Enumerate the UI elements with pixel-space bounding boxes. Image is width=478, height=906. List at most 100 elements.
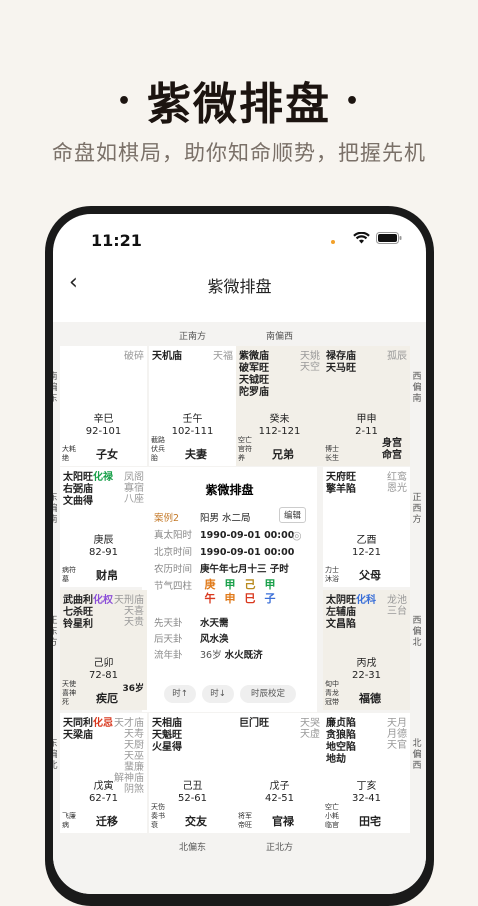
gua-row: 流年卦 36岁 水火既济 [154, 647, 263, 661]
palace-cell-wei[interactable]: 紫微庙 破军旺 天钺旺 陀罗庙 天姚 天空 癸未 112-121 空亡 官符养 兄弟 [236, 346, 323, 466]
star-line: 天钺旺 [239, 375, 269, 387]
palace-name: 疾厄 [96, 692, 118, 705]
palace-cell-shen[interactable]: 禄存庙 天马旺 孤辰 甲申 2-11 博士 长生 身宫 命宫 [323, 346, 410, 466]
ganzhi: 甲申 [356, 414, 377, 425]
direction-right-1: 正西方 [412, 493, 422, 525]
minor-gods: 截路 伏兵胎 [151, 436, 165, 463]
minor-stars: 龙池 三台 [387, 595, 407, 617]
palace-cell-mao[interactable]: 武曲利化权 七杀旺 铃星利 天刑庙 天喜 天贵 己卯 72-81 36岁 天使 喜神死疾厄 [60, 590, 147, 710]
palace-names: 身宫 命宫 [382, 438, 402, 462]
time-value: 1990-09-01 00:00 [200, 530, 295, 541]
star-name: 铃星利 [63, 619, 93, 630]
palace-cell-chen[interactable]: 太阳旺化禄 右弼庙 文曲得 凤阁 寡宿 八座 庚辰 82-91 病符墓财帛 [60, 467, 147, 587]
star-line: 陀罗庙 [239, 387, 269, 399]
da-xian-range: 92-101 [85, 426, 122, 437]
ganzhi: 戊子 [269, 781, 290, 792]
palace-cell-wu[interactable]: 天机庙 天福 壬午 102-111 截路 伏兵胎 夫妻 [149, 346, 236, 466]
status-time: 11:21 [91, 231, 142, 250]
minor-star: 蜚廉 [124, 762, 144, 773]
minor-gods: 空亡 官符养 [238, 436, 252, 463]
main-stars: 天机庙 [152, 351, 182, 363]
minor-gods: 空亡 小耗 临官 [325, 803, 339, 830]
minor-star: 红鸾 [387, 472, 407, 483]
star-name: 太阳旺 [63, 472, 93, 483]
god-name: 空亡 [238, 436, 252, 444]
ganzhi-block: 乙酉 12-21 [323, 535, 410, 559]
palace-cell-you[interactable]: 天府旺 擎羊陷 红鸾 恩光 乙酉 12-21 力士 沐浴 父母 [323, 467, 410, 587]
direction-left-1: 东偏南 [53, 493, 59, 526]
ganzhi-block: 戊寅 62-71 [60, 781, 147, 805]
star-name: 地劫 [326, 754, 346, 765]
main-stars: 武曲利化权 七杀旺 铃星利 [63, 595, 113, 631]
palace-cell-xu[interactable]: 太阴旺化科 左辅庙 文昌陷 龙池 三台 丙戌 22-31 旬中 青龙 冠带 福德 [323, 590, 410, 710]
minor-star: 恩光 [387, 483, 407, 494]
hero-title: • 紫微排盘 • [0, 68, 478, 132]
edit-button[interactable]: 编辑 [279, 507, 307, 523]
minor-stars: 天月 月德 天官 [387, 718, 407, 751]
ganzhi-block: 戊子 42-51 [236, 781, 323, 805]
palace-name: 官禄 [272, 815, 294, 828]
god-name: 大耗 [62, 445, 76, 453]
star-line: 太阴旺化科 [326, 595, 376, 607]
minor-stars: 破碎 [124, 351, 144, 362]
palace-name: 迁移 [96, 815, 118, 828]
minor-stars: 孤辰 [387, 351, 407, 362]
god-name: 病符 [62, 566, 76, 574]
main-stars: 禄存庙 天马旺 [326, 351, 356, 375]
eye-icon[interactable]: ◎ [292, 529, 302, 542]
star-name: 紫微庙 [239, 351, 269, 362]
palace-name: 兄弟 [272, 448, 294, 461]
palace-name: 交友 [185, 815, 207, 828]
minor-gods: 博士 长生 [325, 445, 339, 463]
ganzhi: 己丑 [182, 781, 203, 792]
case-name[interactable]: 案例2 [154, 510, 200, 524]
minor-star: 孤辰 [387, 351, 407, 362]
star-name: 武曲利 [63, 595, 93, 606]
palace-cell-hai[interactable]: 廉贞陷 贪狼陷 地空陷 地劫 天月 月德 天官 丁亥 32-41 空亡 小耗 临官 田宅 [323, 713, 410, 833]
minor-gods: 飞廉病 [62, 812, 76, 830]
ganzhi: 丙戌 [356, 658, 377, 669]
star-name: 廉贞陷 [326, 718, 356, 729]
gua-value: 水天需 [200, 618, 229, 629]
direction-top-1: 南偏西 [265, 332, 293, 342]
god-name: 胎 [151, 454, 158, 462]
star-line: 地空陷 [326, 742, 356, 754]
ganzhi: 辛巳 [93, 414, 114, 425]
time-row: 北京时间 1990-09-01 00:00 [154, 544, 294, 558]
ganzhi: 丁亥 [356, 781, 377, 792]
time-adjust-button-0[interactable]: 时↑ [164, 685, 196, 703]
star-line: 擎羊陷 [326, 484, 356, 496]
hero-subtitle: 命盘如棋局，助你知命顺势，把握先机 [52, 141, 426, 165]
star-name: 左辅庙 [326, 607, 356, 618]
star-line: 文曲得 [63, 496, 113, 508]
status-icons [353, 232, 402, 244]
sihua-badge: 化禄 [93, 472, 113, 483]
gender-ju: 阳男 水二局 [200, 513, 251, 524]
god-name: 伏兵 [151, 445, 165, 453]
palace-cell-chou[interactable]: 天相庙 天魁旺 火星得 己丑 52-61 天伤 奏书衰 交友 [149, 713, 236, 833]
ziwei-chart: 紫微排盘 案例2 阳男 水二局 编辑 真太阳时 1990-09-01 00:00 北京… [53, 322, 426, 894]
pillar-branch: 巳 [244, 592, 256, 605]
ganzhi: 己卯 [93, 658, 114, 669]
star-name: 天梁庙 [63, 730, 93, 741]
god-name: 小耗 [325, 812, 339, 820]
minor-gods: 将军 帝旺 [238, 812, 252, 830]
gua-row: 后天卦 风水涣 [154, 631, 229, 645]
minor-gods: 天使 喜神死 [62, 680, 76, 707]
time-value: 庚午年七月十三 子时 [200, 564, 289, 575]
minor-gods: 力士 沐浴 [325, 566, 339, 584]
minor-star: 龙池 [387, 595, 407, 606]
time-adjust-button-2[interactable]: 时辰校定 [240, 685, 296, 703]
minor-stars: 天哭 天虚 [300, 718, 320, 740]
god-name: 截路 [151, 436, 165, 444]
minor-star: 天厨 [124, 740, 144, 751]
star-line: 地劫 [326, 754, 356, 766]
time-adjust-button-1[interactable]: 时↓ [202, 685, 234, 703]
palace-cell-yin[interactable]: 天同利化忌 天梁庙 天才庙 天寿 天厨 天巫 蜚廉 解神庙 阴煞 戊寅 62-71 飞廉病迁移 [60, 713, 147, 833]
god-name: 临官 [325, 821, 339, 829]
palace-cell-si[interactable]: 破碎 辛巳 92-101 大耗绝 子女 [60, 346, 147, 466]
battery-icon [376, 232, 402, 244]
palace-cell-zi[interactable]: 巨门旺 天哭 天虚 戊子 42-51 将军 帝旺 官禄 [236, 713, 323, 833]
pillar-branch: 子 [264, 592, 276, 605]
star-line: 七杀旺 [63, 607, 113, 619]
